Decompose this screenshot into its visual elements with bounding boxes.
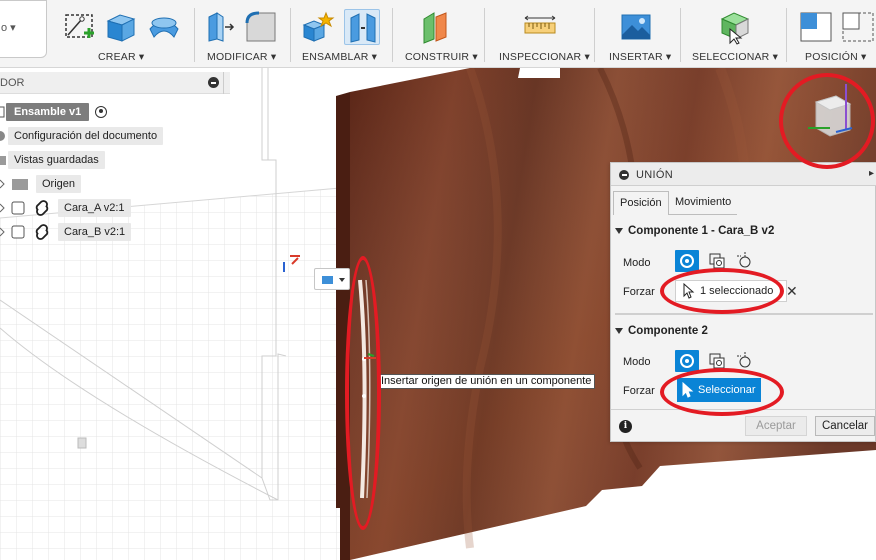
- group-label-position[interactable]: POSICIÓN ▾: [805, 51, 867, 63]
- mode-simple-button[interactable]: [675, 250, 699, 272]
- group-label-select[interactable]: SELECCIONAR ▾: [692, 51, 778, 63]
- press-pull-icon[interactable]: [201, 9, 237, 45]
- toolbar-separator: [290, 8, 291, 62]
- ground-grid: [0, 187, 341, 560]
- info-icon[interactable]: i: [619, 420, 632, 433]
- fillet-icon[interactable]: [243, 9, 279, 45]
- expand-icon[interactable]: ▸: [869, 168, 874, 179]
- tooltip: Insertar origen de unión en un component…: [377, 374, 596, 389]
- cursor-arrow-icon: [682, 382, 694, 398]
- folder-icon: [0, 178, 28, 190]
- toolbar-separator: [594, 8, 595, 62]
- collapse-triangle-icon: [615, 228, 623, 234]
- tab-motion[interactable]: Movimiento: [669, 191, 738, 215]
- browser-panel-handle[interactable]: [223, 72, 230, 94]
- dialog-title: UNIÓN: [636, 169, 673, 181]
- ribbon-toolbar: o ▾ CREAR ▾ MODIFICAR ▾ ENSAMBLAR ▾ CONS…: [0, 0, 876, 68]
- workspace-caret: o ▾: [1, 22, 16, 34]
- revert-position-icon[interactable]: [840, 9, 876, 45]
- toolbar-separator: [786, 8, 787, 62]
- gear-icon: [0, 130, 5, 141]
- clear-selection-icon[interactable]: ✕: [786, 283, 798, 300]
- ok-button[interactable]: Aceptar: [745, 416, 807, 436]
- browser-item-label[interactable]: Origen: [36, 174, 82, 193]
- browser-item-saved-views[interactable]: Vistas guardadas: [0, 150, 105, 169]
- measure-icon[interactable]: [522, 9, 558, 45]
- snap-label: Forzar: [623, 286, 655, 298]
- section-divider: [615, 313, 873, 315]
- workspace-switcher[interactable]: o ▾: [0, 0, 47, 58]
- mode-between-two-faces-icon[interactable]: [705, 250, 729, 272]
- browser-root-row[interactable]: Ensamble v1: [0, 102, 108, 121]
- select-tool-icon[interactable]: [716, 9, 752, 45]
- mode-label: Modo: [623, 257, 651, 269]
- cursor-arrow-icon: [683, 283, 695, 299]
- snap-label: Forzar: [623, 385, 655, 397]
- browser-item-document-settings[interactable]: Configuración del documento: [0, 126, 164, 145]
- select-button-label: Seleccionar: [698, 384, 756, 396]
- collapse-triangle-icon: [615, 328, 623, 334]
- joint-origin-dropdown[interactable]: [314, 268, 350, 290]
- mode-label: Modo: [623, 356, 651, 368]
- create-box-icon[interactable]: [102, 9, 138, 45]
- section-title: Componente 2: [628, 325, 708, 337]
- browser-item-label[interactable]: Cara_B v2:1: [58, 222, 132, 241]
- footer-divider: [611, 409, 876, 410]
- link-icon: [0, 199, 49, 216]
- construct-plane-icon[interactable]: [418, 9, 454, 45]
- browser-item-label[interactable]: Vistas guardadas: [8, 150, 105, 169]
- create-pipe-icon[interactable]: [146, 9, 182, 45]
- dialog-header[interactable]: UNIÓN ▸: [611, 163, 876, 186]
- browser-item-label[interactable]: Configuración del documento: [8, 126, 164, 145]
- browser-item-origin[interactable]: Origen: [0, 174, 82, 193]
- section-component-2[interactable]: Componente 2: [615, 325, 708, 337]
- stop-icon[interactable]: [619, 170, 629, 180]
- link-icon: [0, 223, 49, 240]
- section-component-1[interactable]: Componente 1 - Cara_B v2: [615, 225, 774, 237]
- browser-item-cara-b[interactable]: Cara_B v2:1: [0, 222, 132, 241]
- root-component-label[interactable]: Ensamble v1: [6, 102, 90, 121]
- group-label-modify[interactable]: MODIFICAR ▾: [207, 51, 276, 63]
- section-title: Componente 1 - Cara_B v2: [628, 225, 775, 237]
- mode-two-edge-intersection-icon[interactable]: [733, 350, 757, 372]
- create-sketch-icon[interactable]: [62, 9, 98, 45]
- capture-position-icon[interactable]: [798, 9, 834, 45]
- mode-two-edge-intersection-icon[interactable]: [733, 250, 757, 272]
- group-label-inspect[interactable]: INSPECCIONAR ▾: [499, 51, 590, 63]
- browser-title: DOR: [0, 77, 25, 89]
- toolbar-separator: [484, 8, 485, 62]
- browser-item-cara-a[interactable]: Cara_A v2:1: [0, 198, 131, 217]
- tab-position[interactable]: Posición: [613, 191, 669, 215]
- select-snap-button[interactable]: Seleccionar: [677, 378, 761, 402]
- cancel-button[interactable]: Cancelar: [815, 416, 875, 436]
- group-label-construct[interactable]: CONSTRUIR ▾: [405, 51, 478, 63]
- browser-header: DOR: [0, 72, 230, 94]
- snap-selection-value: 1 seleccionado: [700, 285, 774, 297]
- activate-radio-icon[interactable]: [95, 105, 108, 118]
- group-label-create[interactable]: CREAR ▾: [98, 51, 144, 63]
- joint-tool-icon[interactable]: [344, 9, 380, 45]
- insert-image-icon[interactable]: [618, 9, 654, 45]
- collapse-browser-icon[interactable]: [208, 77, 219, 88]
- joint-dialog: UNIÓN ▸ Posición Movimiento Componente 1…: [610, 162, 876, 442]
- folder-icon: [0, 155, 6, 165]
- new-component-icon[interactable]: [300, 9, 336, 45]
- snap-selection-field[interactable]: 1 seleccionado: [675, 280, 787, 302]
- toolbar-separator: [392, 8, 393, 62]
- chevron-down-icon: [322, 276, 345, 284]
- browser-item-label[interactable]: Cara_A v2:1: [58, 198, 131, 217]
- toolbar-separator: [680, 8, 681, 62]
- mode-simple-button[interactable]: [675, 350, 699, 372]
- group-label-insert[interactable]: INSERTAR ▾: [609, 51, 671, 63]
- mode-between-two-faces-icon[interactable]: [705, 350, 729, 372]
- toolbar-separator: [194, 8, 195, 62]
- group-label-assemble[interactable]: ENSAMBLAR ▾: [302, 51, 377, 63]
